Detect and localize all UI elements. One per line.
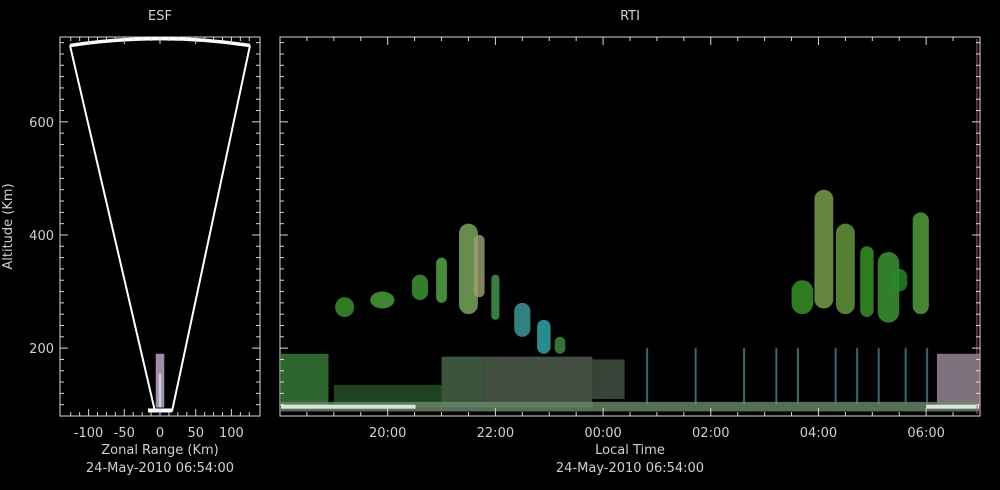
rti-streak [796, 348, 799, 405]
rti-plume [912, 212, 929, 315]
esf-y-tick-label: 600 [29, 116, 54, 131]
rti-plume [891, 268, 908, 292]
rti-base-band-bright [281, 404, 416, 409]
rti-streak [834, 348, 837, 405]
esf-x-tick-label: -100 [74, 426, 104, 441]
rti-plume [537, 319, 551, 354]
esf-panel: ESF -100 -50 0 50 100 200 400 600 Zonal Range … [1, 9, 261, 476]
rti-plume [554, 336, 566, 354]
rti-plume [791, 280, 814, 315]
rti-streak [694, 348, 697, 405]
esf-y-axis-label: Altitude (Km) [1, 183, 16, 269]
esf-title: ESF [148, 9, 172, 24]
esf-echo-core [158, 373, 162, 408]
rti-streak [646, 348, 649, 405]
rti-low-layer-block [484, 356, 593, 408]
rti-x-tick-label: 00:00 [584, 426, 621, 441]
rti-title: RTI [620, 9, 640, 24]
esf-timestamp: 24-May-2010 06:54:00 [86, 461, 234, 476]
rti-x-axis-label: Local Time [595, 443, 665, 458]
rti-x-tick-label: 06:00 [907, 426, 944, 441]
rti-plot-frame [279, 36, 981, 417]
esf-x-tick-label: 100 [219, 426, 244, 441]
rti-low-layer-block [441, 356, 485, 408]
rti-plume [473, 234, 485, 298]
rti-streak [743, 348, 746, 405]
radar-display: ESF -100 -50 0 50 100 200 400 600 Zonal Range … [0, 0, 1000, 490]
rti-low-layer-block [936, 353, 980, 405]
rti-x-tick-label: 02:00 [692, 426, 729, 441]
rti-plume [370, 291, 395, 309]
rti-timestamp: 24-May-2010 06:54:00 [556, 461, 704, 476]
esf-y-tick-label: 200 [29, 342, 54, 357]
esf-x-tick-label: 0 [156, 426, 164, 441]
esf-x-tick-label: -50 [114, 426, 135, 441]
esf-x-axis-label: Zonal Range (Km) [101, 443, 218, 458]
radar-chart-canvas: ESF -100 -50 0 50 100 200 400 600 Zonal Range … [1, 9, 981, 476]
rti-streak [926, 348, 929, 405]
rti-x-tick-label: 04:00 [800, 426, 837, 441]
rti-plume [860, 246, 874, 318]
rti-streak [775, 348, 778, 405]
rti-plume [411, 274, 429, 301]
rti-plume [436, 257, 447, 303]
rti-streak [856, 348, 859, 405]
rti-panel: RTI 20:00 22:00 00:00 02:00 04:00 06:00 Local… [279, 9, 981, 476]
rti-plume [814, 189, 834, 309]
rti-plume [335, 297, 355, 318]
rti-low-layer-block [280, 353, 329, 408]
rti-plume [514, 302, 531, 337]
esf-x-tick-label: 50 [187, 426, 204, 441]
rti-plume [491, 274, 500, 320]
rti-plume [835, 223, 855, 315]
rti-streak [904, 348, 907, 405]
rti-base-band-bright-right [926, 404, 979, 409]
rti-streak [877, 348, 880, 405]
rti-x-tick-label: 22:00 [477, 426, 514, 441]
rti-x-tick-label: 20:00 [369, 426, 406, 441]
rti-low-layer-block [592, 359, 625, 400]
esf-y-tick-label: 400 [29, 229, 54, 244]
